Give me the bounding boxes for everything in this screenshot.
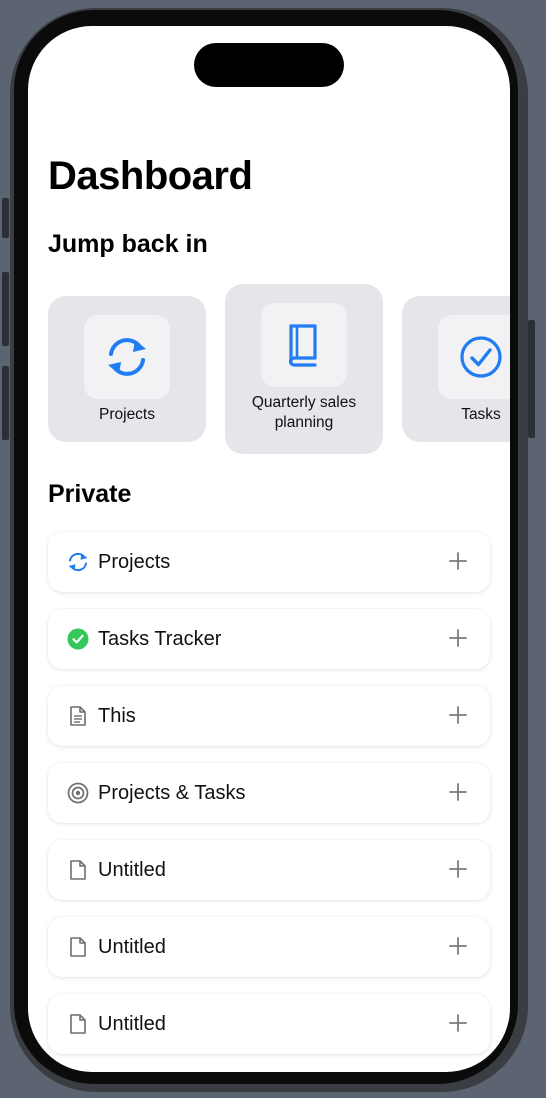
dynamic-island <box>194 43 344 87</box>
add-icon[interactable] <box>446 857 470 881</box>
list-item-label: Untitled <box>98 858 166 881</box>
list-item-label: Projects <box>98 550 171 573</box>
card-icon-box <box>261 303 347 387</box>
document-icon <box>66 935 90 959</box>
screen: Dashboard Jump back in Projects Quarterl… <box>28 26 510 1072</box>
side-button <box>528 320 535 438</box>
list-item-projects-tasks[interactable]: Projects & Tasks <box>48 763 490 823</box>
card-label: Tasks <box>461 406 501 423</box>
add-icon[interactable] <box>446 1011 470 1035</box>
sync-icon <box>108 338 146 376</box>
card-label: Quarterly sales planning <box>251 394 357 431</box>
sync-icon <box>66 550 90 574</box>
document-lines-icon <box>66 704 90 728</box>
check-circle-icon <box>460 336 502 378</box>
list-item-projects[interactable]: Projects <box>48 532 490 592</box>
list-item-untitled[interactable]: Untitled <box>48 917 490 977</box>
volume-down-button <box>2 366 9 440</box>
card-tasks[interactable]: Tasks <box>402 296 510 442</box>
jump-back-heading: Jump back in <box>48 230 208 258</box>
card-icon-box <box>84 315 170 399</box>
document-icon <box>66 1012 90 1036</box>
private-heading: Private <box>48 480 132 508</box>
list-item-label: Projects & Tasks <box>98 781 246 804</box>
list-item-label: Untitled <box>98 935 166 958</box>
list-item-label: Untitled <box>98 1012 166 1035</box>
card-projects[interactable]: Projects <box>48 296 206 442</box>
card-icon-box <box>438 315 510 399</box>
list-item-label: Tasks Tracker <box>98 627 222 650</box>
list-item-tasks-tracker[interactable]: Tasks Tracker <box>48 609 490 669</box>
green-check-icon <box>66 627 90 651</box>
add-icon[interactable] <box>446 549 470 573</box>
volume-up-button <box>2 272 9 346</box>
add-icon[interactable] <box>446 626 470 650</box>
add-icon[interactable] <box>446 934 470 958</box>
document-icon <box>66 858 90 882</box>
list-item-untitled[interactable]: Untitled <box>48 840 490 900</box>
add-icon[interactable] <box>446 780 470 804</box>
list-item-label: This <box>98 704 136 727</box>
book-icon <box>288 324 317 367</box>
list-item-untitled[interactable]: Untitled <box>48 994 490 1054</box>
page-title: Dashboard <box>48 154 253 198</box>
add-icon[interactable] <box>446 703 470 727</box>
list-item-this[interactable]: This <box>48 686 490 746</box>
card-quarterly-sales-planning[interactable]: Quarterly sales planning <box>225 284 383 454</box>
target-icon <box>66 781 90 805</box>
card-label: Projects <box>99 406 155 423</box>
action-button <box>2 198 9 238</box>
